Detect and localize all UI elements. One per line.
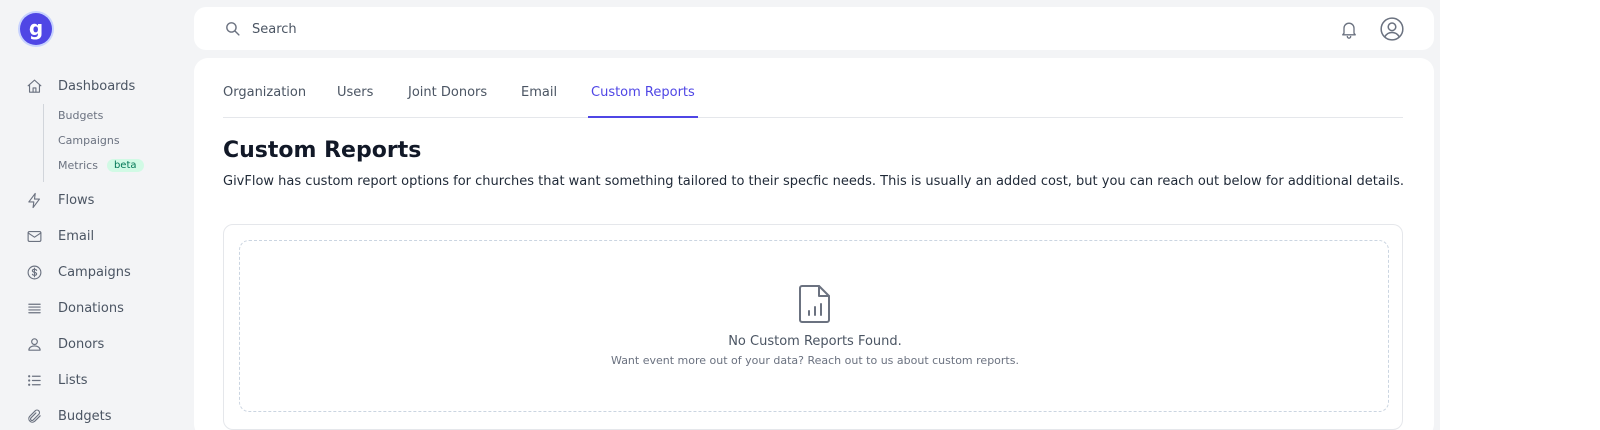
sidebar-item-label: Campaigns [58,264,131,280]
sidebar-item-label: Donors [58,336,105,352]
sidebar-item-label: Email [58,228,95,244]
sidebar: g Dashboards Budgets Campaigns Metrics b… [0,0,194,430]
main-panel: Organization Users Joint Donors Email Cu… [194,58,1434,430]
paperclip-icon [25,407,43,425]
sidebar-subitem-metrics[interactable]: Metrics beta [58,156,144,174]
empty-state: No Custom Reports Found. Want event more… [239,240,1389,412]
user-circle-icon[interactable] [1379,16,1405,42]
list-icon [25,371,43,389]
sidebar-subitem-label: Metrics [58,158,98,172]
search-icon [226,22,240,36]
tab-label: Users [337,85,374,100]
envelope-icon [25,227,43,245]
tab-label: Email [521,85,558,100]
beta-badge: beta [106,158,144,172]
sidebar-item-dashboards[interactable]: Dashboards [25,74,135,98]
sidebar-item-label: Dashboards [58,78,136,94]
bell-icon[interactable] [1339,19,1359,39]
sidebar-subitem-campaigns[interactable]: Campaigns [58,131,120,149]
submenu-divider [43,104,44,182]
bars-icon [25,299,43,317]
page-title: Custom Reports [223,138,422,163]
page-description: GivFlow has custom report options for ch… [223,174,1404,189]
sidebar-item-flows[interactable]: Flows [25,188,94,212]
sidebar-item-donations[interactable]: Donations [25,296,124,320]
tab-organization[interactable]: Organization [220,78,309,118]
sidebar-item-budgets[interactable]: Budgets [25,404,112,428]
sidebar-item-lists[interactable]: Lists [25,368,88,392]
home-icon [25,77,43,95]
logo-letter: g [28,15,44,40]
tab-label: Custom Reports [591,85,695,100]
tab-label: Joint Donors [408,85,488,100]
empty-state-title: No Custom Reports Found. [728,334,902,349]
tab-users[interactable]: Users [334,78,376,118]
sidebar-subitem-label: Budgets [58,108,104,122]
app-shell: g Dashboards Budgets Campaigns Metrics b… [0,0,1440,430]
sidebar-item-label: Lists [58,372,88,388]
users-icon [25,335,43,353]
search-input[interactable] [252,17,852,41]
sidebar-item-donors[interactable]: Donors [25,332,104,356]
tab-bar: Organization Users Joint Donors Email Cu… [223,78,1403,118]
logo[interactable]: g [20,13,52,45]
document-chart-icon [799,285,830,323]
sidebar-item-email[interactable]: Email [25,224,94,248]
sidebar-item-label: Flows [58,192,95,208]
sidebar-item-campaigns[interactable]: Campaigns [25,260,131,284]
reports-card: No Custom Reports Found. Want event more… [223,224,1403,430]
top-bar [194,7,1434,50]
tab-custom-reports[interactable]: Custom Reports [588,78,698,118]
sidebar-item-label: Donations [58,300,124,316]
empty-state-subtitle: Want event more out of your data? Reach … [611,354,1019,367]
sidebar-subitem-label: Campaigns [58,133,120,147]
tab-joint-donors[interactable]: Joint Donors [405,78,490,118]
bolt-icon [25,191,43,209]
sidebar-subitem-budgets[interactable]: Budgets [58,106,103,124]
tab-email[interactable]: Email [518,78,560,118]
tab-label: Organization [223,85,307,100]
sidebar-item-label: Budgets [58,408,112,424]
dollar-circle-icon [25,263,43,281]
